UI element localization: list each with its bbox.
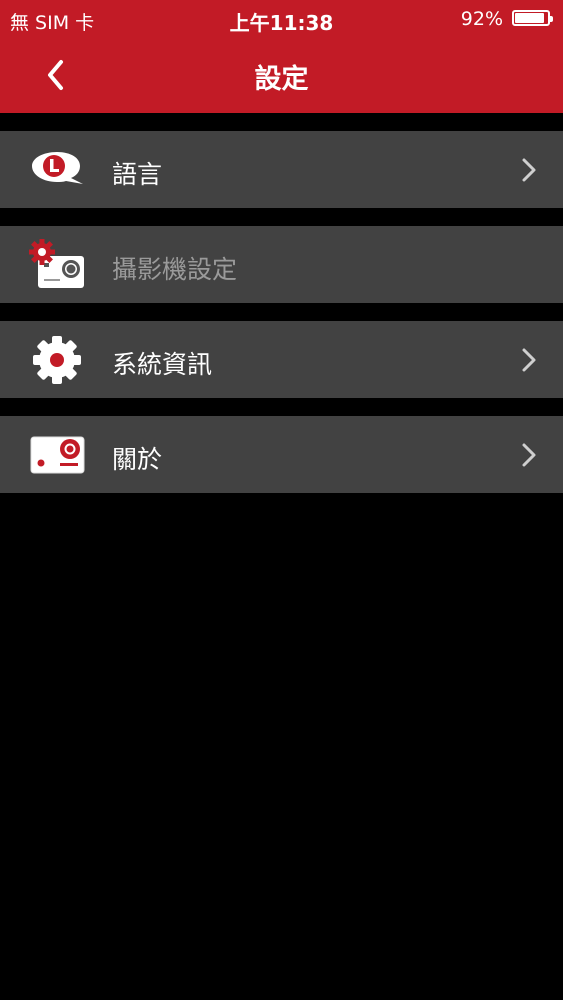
chevron-right-icon xyxy=(522,443,536,467)
menu-item-language[interactable]: 語言 xyxy=(0,131,563,208)
header: 無 SIM 卡 上午11:38 92% 設定 xyxy=(0,0,563,113)
nav-bar: 設定 xyxy=(0,38,563,113)
status-bar: 無 SIM 卡 上午11:38 92% xyxy=(0,0,563,38)
menu-item-camera-settings[interactable]: 攝影機設定 xyxy=(0,226,563,303)
language-bubble-icon xyxy=(32,152,83,184)
menu-item-label: 系統資訊 xyxy=(112,350,213,379)
settings-menu: 語言 攝影機設定 系統資訊 關於 xyxy=(0,131,563,511)
menu-item-system-info[interactable]: 系統資訊 xyxy=(0,321,563,398)
battery-fill xyxy=(515,13,545,23)
menu-item-label: 語言 xyxy=(112,160,163,189)
battery-percent: 92% xyxy=(460,8,503,30)
battery-icon xyxy=(512,10,553,26)
gear-icon xyxy=(33,336,81,384)
chevron-right-icon xyxy=(522,348,536,372)
camera-gear-icon xyxy=(29,239,84,288)
page-title: 設定 xyxy=(254,64,309,95)
menu-item-label: 關於 xyxy=(112,445,163,474)
menu-item-about[interactable]: 關於 xyxy=(0,416,563,493)
chevron-right-icon xyxy=(522,158,536,182)
menu-item-label: 攝影機設定 xyxy=(112,255,238,284)
device-card-icon xyxy=(30,436,85,474)
battery-tip xyxy=(550,16,553,22)
